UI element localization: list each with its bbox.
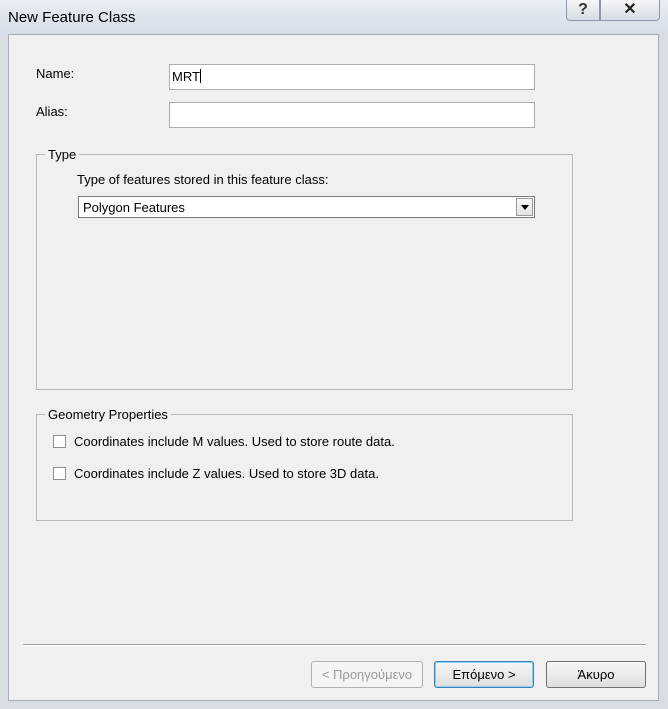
close-button[interactable]: ✕ — [600, 0, 660, 21]
cancel-button[interactable]: Άκυρο — [546, 661, 646, 688]
feature-type-selected: Polygon Features — [83, 200, 185, 215]
z-values-option[interactable]: Coordinates include Z values. Used to st… — [53, 466, 453, 484]
help-button[interactable]: ? — [566, 0, 600, 21]
chevron-down-icon[interactable] — [516, 198, 533, 216]
text-caret — [199, 69, 201, 83]
next-button[interactable]: Επόμενο > — [434, 661, 534, 688]
name-input-value: MRT — [172, 69, 200, 84]
z-values-label: Coordinates include Z values. Used to st… — [74, 466, 379, 481]
dialog-body: Name: MRT Alias: Type Type of features s… — [8, 34, 659, 701]
z-values-checkbox[interactable] — [53, 467, 66, 480]
alias-label: Alias: — [36, 104, 68, 119]
title-bar: New Feature Class ? ✕ — [0, 0, 668, 34]
back-button[interactable]: < Προηγούμενο — [311, 661, 423, 688]
window-title: New Feature Class — [8, 9, 136, 26]
footer-divider — [23, 644, 646, 646]
feature-type-dropdown[interactable]: Polygon Features — [78, 196, 535, 218]
name-input[interactable]: MRT — [169, 64, 535, 90]
help-icon: ? — [578, 1, 588, 18]
type-groupbox — [36, 154, 573, 390]
name-label: Name: — [36, 66, 75, 81]
geometry-group-legend: Geometry Properties — [45, 407, 171, 422]
m-values-checkbox[interactable] — [53, 435, 66, 448]
alias-input[interactable] — [169, 102, 535, 128]
type-prompt-label: Type of features stored in this feature … — [77, 172, 329, 187]
m-values-option[interactable]: Coordinates include M values. Used to st… — [53, 434, 453, 452]
m-values-label: Coordinates include M values. Used to st… — [74, 434, 395, 449]
type-group-legend: Type — [45, 147, 80, 162]
close-icon: ✕ — [623, 1, 637, 18]
